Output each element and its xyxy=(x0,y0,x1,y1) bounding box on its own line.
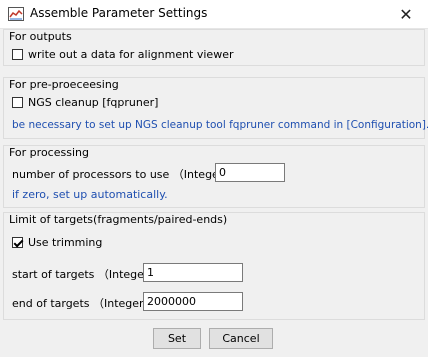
processing-note: if zero, set up automatically. xyxy=(12,188,168,201)
processing-group: For processing number of processors to u… xyxy=(3,145,425,208)
preprocessing-group-title: For pre-proeceesing xyxy=(9,78,119,91)
outputs-group-title: For outputs xyxy=(9,30,72,43)
alignment-viewer-option[interactable]: write out a data for alignment viewer xyxy=(12,48,234,61)
end-targets-input[interactable]: 2000000 xyxy=(143,292,243,311)
outputs-group: For outputs write out a data for alignme… xyxy=(3,29,425,66)
close-button[interactable]: ✕ xyxy=(384,0,428,28)
processors-label: number of processors to use （Integer） xyxy=(12,168,235,181)
start-targets-label: start of targets （Integer） xyxy=(12,268,160,281)
alignment-viewer-label: write out a data for alignment viewer xyxy=(28,48,234,61)
use-trimming-option[interactable]: Use trimming xyxy=(12,236,102,249)
app-icon xyxy=(8,7,24,21)
processors-input[interactable]: 0 xyxy=(215,163,285,182)
window-title: Assemble Parameter Settings xyxy=(30,6,208,20)
preprocessing-group: For pre-proeceesing NGS cleanup [fqprune… xyxy=(3,77,428,139)
title-bar: Assemble Parameter Settings ✕ xyxy=(0,0,428,29)
processing-group-title: For processing xyxy=(9,146,89,159)
preprocessing-note: be necessary to set up NGS cleanup tool … xyxy=(12,119,428,131)
alignment-viewer-checkbox[interactable] xyxy=(12,49,23,60)
start-targets-input[interactable]: 1 xyxy=(143,263,243,282)
end-targets-label: end of targets （Integer） xyxy=(12,297,155,310)
ngs-cleanup-option[interactable]: NGS cleanup [fqpruner] xyxy=(12,96,158,109)
targets-group-title: Limit of targets(fragments/paired-ends) xyxy=(9,213,228,226)
cancel-button[interactable]: Cancel xyxy=(209,328,273,349)
ngs-cleanup-checkbox[interactable] xyxy=(12,97,23,108)
ngs-cleanup-label: NGS cleanup [fqpruner] xyxy=(28,96,159,109)
close-icon: ✕ xyxy=(399,4,413,24)
use-trimming-checkbox[interactable] xyxy=(12,237,23,248)
dialog-body: For outputs write out a data for alignme… xyxy=(0,29,428,357)
use-trimming-label: Use trimming xyxy=(28,236,103,249)
set-button[interactable]: Set xyxy=(153,328,201,349)
targets-group: Limit of targets(fragments/paired-ends) … xyxy=(3,212,425,320)
